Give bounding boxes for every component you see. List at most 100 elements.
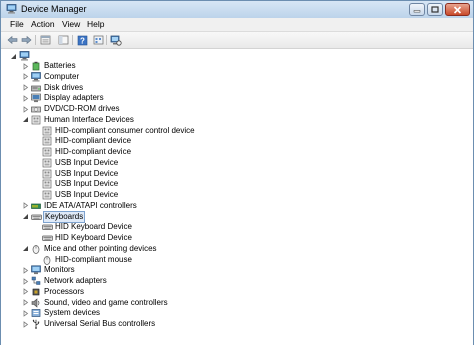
keyboard-icon bbox=[42, 222, 53, 232]
tree-category-ide-ata-atapi-controllers[interactable]: IDE ATA/ATAPI controllers bbox=[1, 201, 473, 211]
tree-category-dvd-cd-rom-drives[interactable]: DVD/CD-ROM drives bbox=[1, 104, 473, 114]
show-hide-console-tree-button[interactable] bbox=[57, 34, 69, 46]
device-manager-window: Device Manager File Action View Help ? B… bbox=[0, 0, 474, 345]
toolbar-separator bbox=[35, 35, 36, 45]
hid-icon bbox=[42, 190, 52, 200]
maximize-button[interactable] bbox=[427, 3, 443, 16]
tree-item-label: DVD/CD-ROM drives bbox=[44, 104, 120, 113]
menu-view[interactable]: View bbox=[62, 19, 80, 29]
sound-icon bbox=[31, 297, 41, 308]
tree-device-hid-compliant-consumer-control-device[interactable]: HID-compliant consumer control device bbox=[1, 126, 473, 136]
menu-file[interactable]: File bbox=[10, 19, 24, 29]
tree-item-label: System devices bbox=[44, 308, 101, 318]
maximize-icon bbox=[431, 6, 439, 13]
tree-device-hid-compliant-mouse[interactable]: HID-compliant mouse bbox=[1, 255, 473, 265]
hid-icon bbox=[42, 169, 52, 179]
hid-icon bbox=[42, 179, 52, 189]
tree-item-label: HID-compliant mouse bbox=[55, 254, 132, 264]
tree-category-display-adapters[interactable]: Display adapters bbox=[1, 93, 473, 103]
tree-item-label: Disk drives bbox=[44, 82, 84, 92]
back-button[interactable] bbox=[6, 34, 18, 46]
close-button[interactable] bbox=[445, 3, 470, 16]
processor-icon bbox=[31, 287, 41, 297]
hid-icon bbox=[42, 158, 52, 168]
menu-help[interactable]: Help bbox=[87, 19, 104, 29]
hid-icon bbox=[42, 136, 52, 146]
tree-category-human-interface-devices[interactable]: Human Interface Devices bbox=[1, 115, 473, 125]
expand-arrow-icon[interactable] bbox=[21, 72, 29, 82]
tree-item-label: Monitors bbox=[44, 265, 75, 275]
minimize-icon bbox=[413, 7, 421, 13]
menu-action[interactable]: Action bbox=[31, 19, 55, 29]
tree-category-mice-and-other-pointing-devices[interactable]: Mice and other pointing devices bbox=[1, 244, 473, 254]
back-icon bbox=[7, 35, 18, 45]
tree-device-hid-keyboard-device[interactable]: HID Keyboard Device bbox=[1, 233, 473, 243]
tree-item-label: Keyboards bbox=[42, 210, 86, 223]
scan-hardware-button[interactable] bbox=[110, 34, 122, 46]
tree-item-label: HID-compliant consumer control device bbox=[55, 125, 195, 135]
tree-category-keyboards[interactable]: Keyboards bbox=[1, 210, 473, 223]
keyboard-icon bbox=[31, 212, 42, 222]
help-icon: ? bbox=[77, 35, 88, 46]
keyboard-icon bbox=[42, 233, 53, 243]
tree-item-label: HID Keyboard Device bbox=[55, 233, 132, 242]
collapse-arrow-icon[interactable] bbox=[21, 244, 29, 254]
title-bar[interactable]: Device Manager bbox=[1, 1, 473, 18]
properties-button[interactable] bbox=[39, 34, 51, 46]
tree-item-label: Display adapters bbox=[44, 93, 104, 103]
tree-device-hid-keyboard-device[interactable]: HID Keyboard Device bbox=[1, 222, 473, 232]
tree-category-network-adapters[interactable]: Network adapters bbox=[1, 276, 473, 286]
disk-drive-icon bbox=[31, 83, 41, 93]
tree-item-label: Human Interface Devices bbox=[44, 114, 134, 124]
toolbar-separator bbox=[72, 35, 73, 45]
tree-item-label: Batteries bbox=[44, 61, 76, 70]
tree-item-label: Network adapters bbox=[44, 276, 107, 285]
collapse-arrow-icon[interactable] bbox=[21, 115, 29, 125]
hid-icon bbox=[42, 126, 52, 136]
tree-device-usb-input-device[interactable]: USB Input Device bbox=[1, 179, 473, 189]
display-adapter-icon bbox=[31, 93, 41, 103]
tree-device-usb-input-device[interactable]: USB Input Device bbox=[1, 158, 473, 168]
hid-icon bbox=[42, 147, 52, 157]
collapse-arrow-icon[interactable] bbox=[9, 51, 17, 61]
expand-arrow-icon[interactable] bbox=[21, 287, 29, 297]
tree-device-usb-input-device[interactable]: USB Input Device bbox=[1, 190, 473, 200]
tree-root[interactable] bbox=[1, 51, 41, 61]
expand-arrow-icon[interactable] bbox=[21, 61, 29, 71]
system-device-icon bbox=[31, 308, 41, 318]
toolbar: ? bbox=[1, 32, 473, 49]
tree-category-computer[interactable]: Computer bbox=[1, 72, 473, 82]
close-icon bbox=[453, 5, 462, 14]
help-button[interactable]: ? bbox=[76, 34, 88, 46]
minimize-button[interactable] bbox=[409, 3, 425, 16]
tree-item-label: USB Input Device bbox=[55, 168, 119, 178]
forward-button[interactable] bbox=[20, 34, 32, 46]
tree-category-system-devices[interactable]: System devices bbox=[1, 308, 473, 318]
tree-category-batteries[interactable]: Batteries bbox=[1, 61, 473, 71]
expand-arrow-icon[interactable] bbox=[21, 83, 29, 93]
expand-arrow-icon[interactable] bbox=[21, 298, 29, 308]
tree-device-hid-compliant-device[interactable]: HID-compliant device bbox=[1, 136, 473, 146]
tree-category-disk-drives[interactable]: Disk drives bbox=[1, 83, 473, 93]
tree-device-usb-input-device[interactable]: USB Input Device bbox=[1, 169, 473, 179]
window-title: Device Manager bbox=[21, 4, 87, 14]
expand-arrow-icon[interactable] bbox=[21, 201, 29, 211]
view-button[interactable] bbox=[92, 34, 104, 46]
expand-arrow-icon[interactable] bbox=[21, 276, 29, 286]
tree-category-processors[interactable]: Processors bbox=[1, 287, 473, 297]
expand-arrow-icon[interactable] bbox=[21, 308, 29, 318]
tree-category-monitors[interactable]: Monitors bbox=[1, 265, 473, 275]
tree-item-label: Universal Serial Bus controllers bbox=[44, 319, 156, 328]
tree-category-sound-video-and-game-controllers[interactable]: Sound, video and game controllers bbox=[1, 298, 473, 308]
device-tree[interactable]: Batteries Computer Disk drives Display adap… bbox=[1, 49, 473, 345]
expand-arrow-icon[interactable] bbox=[21, 104, 29, 114]
tree-item-label: Computer bbox=[44, 71, 80, 81]
expand-arrow-icon[interactable] bbox=[21, 319, 29, 329]
tree-category-universal-serial-bus-controllers[interactable]: Universal Serial Bus controllers bbox=[1, 319, 473, 329]
tree-item-label: Processors bbox=[44, 286, 85, 296]
dvd-drive-icon bbox=[31, 104, 41, 114]
expand-arrow-icon[interactable] bbox=[21, 265, 29, 275]
collapse-arrow-icon[interactable] bbox=[21, 212, 29, 222]
expand-arrow-icon[interactable] bbox=[21, 93, 29, 103]
tree-device-hid-compliant-device[interactable]: HID-compliant device bbox=[1, 147, 473, 157]
